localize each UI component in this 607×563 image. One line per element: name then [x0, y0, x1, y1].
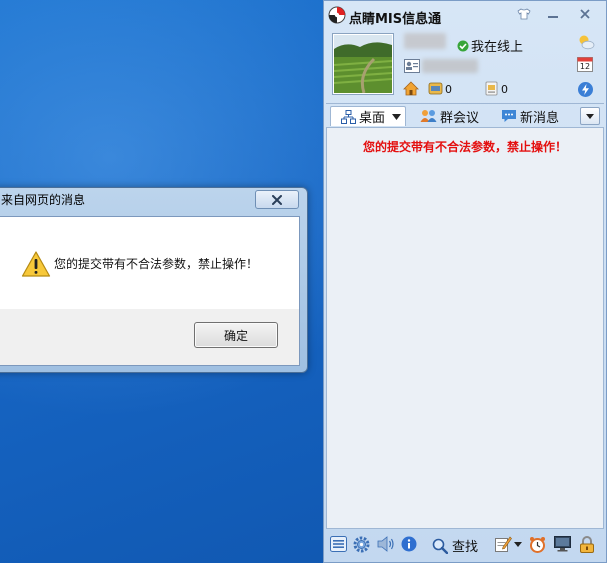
close-button[interactable]	[575, 5, 595, 23]
tab-group-meeting-label: 群会议	[440, 110, 480, 126]
speaker-icon	[377, 536, 394, 552]
home-icon[interactable]	[403, 81, 419, 96]
settings-button[interactable]	[353, 536, 370, 553]
calendar-day: 12	[579, 62, 591, 71]
alarm-clock-icon	[530, 537, 545, 553]
chevron-down-icon[interactable]	[514, 541, 522, 547]
minimize-button[interactable]	[543, 5, 563, 23]
dialog-content: 您的提交带有不合法参数，禁止操作！	[0, 217, 299, 309]
search-icon	[432, 538, 448, 554]
bottom-toolbar: 查找	[326, 533, 604, 557]
dialog-message: 您的提交带有不合法参数，禁止操作！	[54, 257, 259, 271]
mail-count-icon[interactable]	[428, 81, 443, 96]
shirt-icon	[517, 8, 531, 20]
dialog-title: 来自网页的消息	[1, 193, 86, 207]
avatar-landscape-image	[334, 35, 392, 93]
close-icon	[272, 194, 282, 205]
app-logo-icon	[328, 6, 346, 24]
online-status-icon	[457, 40, 469, 51]
close-icon	[580, 9, 590, 19]
lock-button[interactable]	[579, 536, 595, 553]
desktop-icon	[341, 109, 356, 124]
tabs-more-button[interactable]	[580, 107, 600, 125]
status-text: 我在线上	[471, 40, 524, 55]
tab-desktop[interactable]: 桌面	[330, 106, 406, 126]
message-dialog: 来自网页的消息 您的提交带有不合法参数，禁止操作！ 确定	[0, 187, 308, 373]
contact-card-icon[interactable]	[404, 59, 420, 73]
lightning-refresh-icon[interactable]	[577, 81, 594, 98]
gear-icon	[353, 536, 370, 553]
avatar[interactable]	[332, 33, 394, 95]
note-edit-icon	[495, 536, 512, 552]
dialog-body: 您的提交带有不合法参数，禁止操作！ 确定	[0, 216, 300, 366]
warning-icon	[21, 251, 51, 277]
chevron-down-icon[interactable]	[392, 113, 402, 120]
group-meeting-icon	[420, 110, 437, 122]
notice-count: 0	[501, 83, 508, 96]
monitor-icon	[554, 536, 571, 552]
messenger-window: 点睛MIS信息通 我在线上 0 0 12 桌面 群会议 新消息 您的提交带有不合…	[323, 0, 607, 563]
note-button[interactable]	[495, 536, 522, 552]
new-message-icon	[502, 110, 516, 122]
desktop-content-panel: 您的提交带有不合法参数，禁止操作！	[326, 127, 604, 529]
tab-desktop-label: 桌面	[359, 111, 386, 126]
ok-button[interactable]: 确定	[194, 322, 278, 348]
signature-redacted	[422, 59, 478, 73]
tab-group-meeting[interactable]: 群会议	[420, 106, 479, 126]
menu-list-icon	[330, 536, 347, 552]
mail-count: 0	[445, 83, 452, 96]
main-menu-button[interactable]	[330, 536, 347, 552]
calendar-icon[interactable]: 12	[577, 56, 593, 72]
skin-button[interactable]	[514, 5, 534, 23]
find-label: 查找	[452, 540, 479, 555]
tab-new-message[interactable]: 新消息	[501, 106, 559, 126]
lock-icon	[580, 536, 594, 553]
alarm-button[interactable]	[529, 536, 546, 553]
info-icon	[401, 536, 417, 552]
screen-button[interactable]	[554, 536, 571, 552]
panel-error-message: 您的提交带有不合法参数，禁止操作！	[362, 140, 567, 154]
messenger-titlebar[interactable]: 点睛MIS信息通	[324, 1, 606, 29]
username-redacted	[404, 33, 446, 49]
dialog-close-button[interactable]	[255, 190, 299, 209]
notice-count-icon[interactable]	[484, 81, 499, 96]
chevron-down-icon	[586, 113, 594, 119]
online-status[interactable]: 我在线上	[457, 36, 523, 55]
app-title: 点睛MIS信息通	[349, 12, 442, 27]
tab-new-message-label: 新消息	[520, 110, 560, 126]
weather-icon[interactable]	[577, 34, 595, 50]
messenger-tabs: 桌面 群会议 新消息	[326, 103, 604, 128]
minimize-icon	[548, 16, 558, 18]
sound-button[interactable]	[377, 536, 395, 552]
find-button[interactable]: 查找	[432, 536, 478, 555]
info-button[interactable]	[401, 536, 417, 552]
